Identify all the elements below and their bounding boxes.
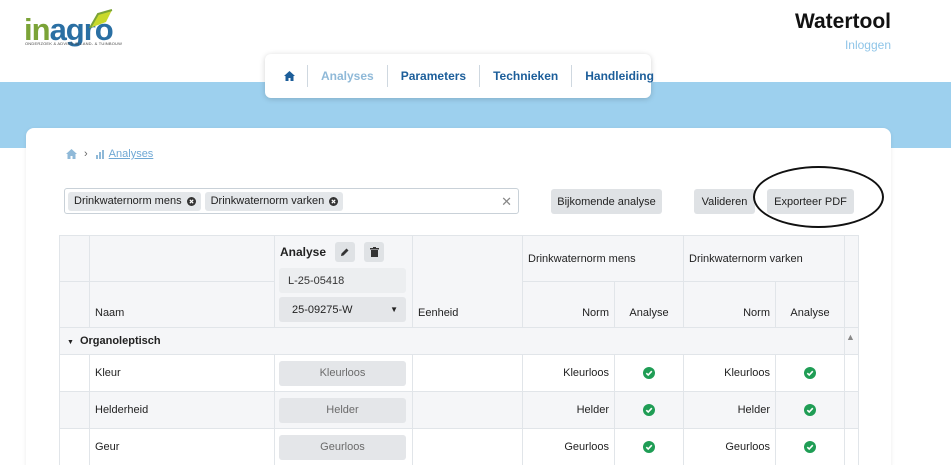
remove-chip-icon[interactable]: [329, 196, 339, 206]
nav-home[interactable]: [275, 65, 308, 87]
header-cell: [89, 235, 275, 282]
row-name: Kleur: [89, 354, 275, 392]
nav-technieken[interactable]: Technieken: [480, 65, 573, 87]
login-link[interactable]: Inloggen: [845, 38, 891, 52]
main-nav: Analyses Parameters Technieken Handleidi…: [265, 54, 654, 98]
value-cell: Geurloos: [274, 428, 413, 465]
app-title: Watertool: [794, 10, 891, 33]
table-row: Kleur Kleurloos Kleurloos Kleurloos: [59, 354, 859, 392]
header-cell: [844, 281, 859, 328]
header-cell: [59, 235, 90, 282]
row-spacer: [59, 428, 90, 465]
validate-button[interactable]: Valideren: [694, 189, 755, 214]
norm-group-header: Drinkwaternorm mens: [522, 235, 684, 282]
breadcrumb-analyses[interactable]: Analyses: [109, 148, 154, 160]
caret-down-icon: ▼: [390, 305, 398, 314]
inagro-logo[interactable]: inagro ONDERZOEK & ADVIES IN LAND- & TUI…: [24, 8, 122, 48]
breadcrumb-separator: ›: [84, 148, 88, 160]
table-row: Helderheid Helder Helder Helder: [59, 391, 859, 429]
chip-label: Drinkwaternorm varken: [210, 195, 325, 207]
sample-select[interactable]: 25-09275-W ▼: [279, 297, 406, 322]
breadcrumb: › Analyses: [66, 148, 153, 160]
table-row: Geur Geurloos Geurloos Geurloos: [59, 428, 859, 465]
analysis-header-cell: Analyse L-25-05418 25-09275-W ▼: [274, 235, 413, 328]
unit-cell: [412, 354, 523, 392]
value-input[interactable]: Helder: [279, 397, 406, 423]
trash-icon: [369, 247, 379, 257]
check-cell: [614, 391, 684, 429]
norm-cell: Kleurloos: [683, 354, 776, 392]
export-pdf-button[interactable]: Exporteer PDF: [767, 189, 854, 214]
check-circle-icon: [804, 404, 816, 416]
analysis-subheader: Analyse: [614, 281, 684, 328]
norm-subheader: Norm: [683, 281, 776, 328]
remove-chip-icon[interactable]: [186, 196, 196, 206]
delete-analysis-button[interactable]: [364, 242, 385, 262]
row-spacer: [59, 354, 90, 392]
home-icon[interactable]: [66, 149, 77, 159]
check-cell: [775, 354, 845, 392]
norm-filter-input[interactable]: Drinkwaternorm mens Drinkwaternorm varke…: [64, 188, 519, 214]
group-cell: ▼ Organoleptisch: [59, 327, 845, 355]
check-circle-icon: [804, 441, 816, 453]
scrollbar-cell: [844, 354, 859, 392]
check-circle-icon: [643, 367, 655, 379]
close-icon[interactable]: ✕: [501, 194, 512, 210]
pencil-icon: [341, 248, 349, 256]
nav-analyses[interactable]: Analyses: [308, 65, 388, 87]
norm-cell: Geurloos: [683, 428, 776, 465]
nav-parameters[interactable]: Parameters: [388, 65, 481, 87]
unit-header: Eenheid: [412, 235, 523, 328]
analysis-subheader: Analyse: [775, 281, 845, 328]
unit-cell: [412, 428, 523, 465]
name-header: Naam: [89, 281, 275, 328]
norm-cell: Helder: [522, 391, 615, 429]
norm-group-header: Drinkwaternorm varken: [683, 235, 845, 282]
norm-cell: Helder: [683, 391, 776, 429]
check-cell: [775, 428, 845, 465]
check-circle-icon: [804, 367, 816, 379]
scrollbar-cell: [844, 391, 859, 429]
analysis-table: Analyse L-25-05418 25-09275-W ▼ Eenheid …: [59, 235, 859, 465]
check-circle-icon: [643, 441, 655, 453]
chip-label: Drinkwaternorm mens: [74, 195, 182, 207]
logo-tagline: ONDERZOEK & ADVIES IN LAND- & TUINBOUW: [25, 41, 123, 46]
value-input[interactable]: Geurloos: [279, 434, 406, 460]
row-name: Helderheid: [89, 391, 275, 429]
filter-chip: Drinkwaternorm varken: [204, 191, 344, 211]
norm-cell: Kleurloos: [522, 354, 615, 392]
analysis-title: Analyse: [280, 245, 327, 259]
sample-select-value: 25-09275-W: [292, 303, 353, 316]
check-cell: [614, 428, 684, 465]
value-cell: Kleurloos: [274, 354, 413, 392]
leaf-icon: [89, 9, 113, 29]
nav-handleiding[interactable]: Handleiding: [572, 65, 667, 87]
chart-icon: [95, 149, 104, 159]
extra-analysis-button[interactable]: Bijkomende analyse: [551, 189, 662, 214]
analysis-id-field[interactable]: L-25-05418: [279, 268, 406, 293]
group-row-organoleptisch[interactable]: ▼ Organoleptisch: [59, 327, 859, 355]
unit-cell: [412, 391, 523, 429]
value-cell: Helder: [274, 391, 413, 429]
check-circle-icon: [643, 404, 655, 416]
group-label: Organoleptisch: [79, 335, 161, 347]
edit-analysis-button[interactable]: [335, 242, 356, 262]
norm-cell: Geurloos: [522, 428, 615, 465]
check-cell: [614, 354, 684, 392]
filter-chip: Drinkwaternorm mens: [68, 191, 201, 211]
header-cell: [844, 235, 859, 282]
home-icon: [284, 71, 295, 81]
caret-down-icon[interactable]: ▼: [67, 339, 74, 346]
value-input[interactable]: Kleurloos: [279, 360, 406, 386]
check-cell: [775, 391, 845, 429]
row-name: Geur: [89, 428, 275, 465]
norm-subheader: Norm: [522, 281, 615, 328]
scroll-up-arrow-icon[interactable]: ▲: [846, 332, 855, 342]
row-spacer: [59, 391, 90, 429]
content-card: › Analyses Drinkwaternorm mens Drinkwate…: [26, 128, 891, 465]
scrollbar-cell: [844, 428, 859, 465]
header-cell: [59, 281, 90, 328]
